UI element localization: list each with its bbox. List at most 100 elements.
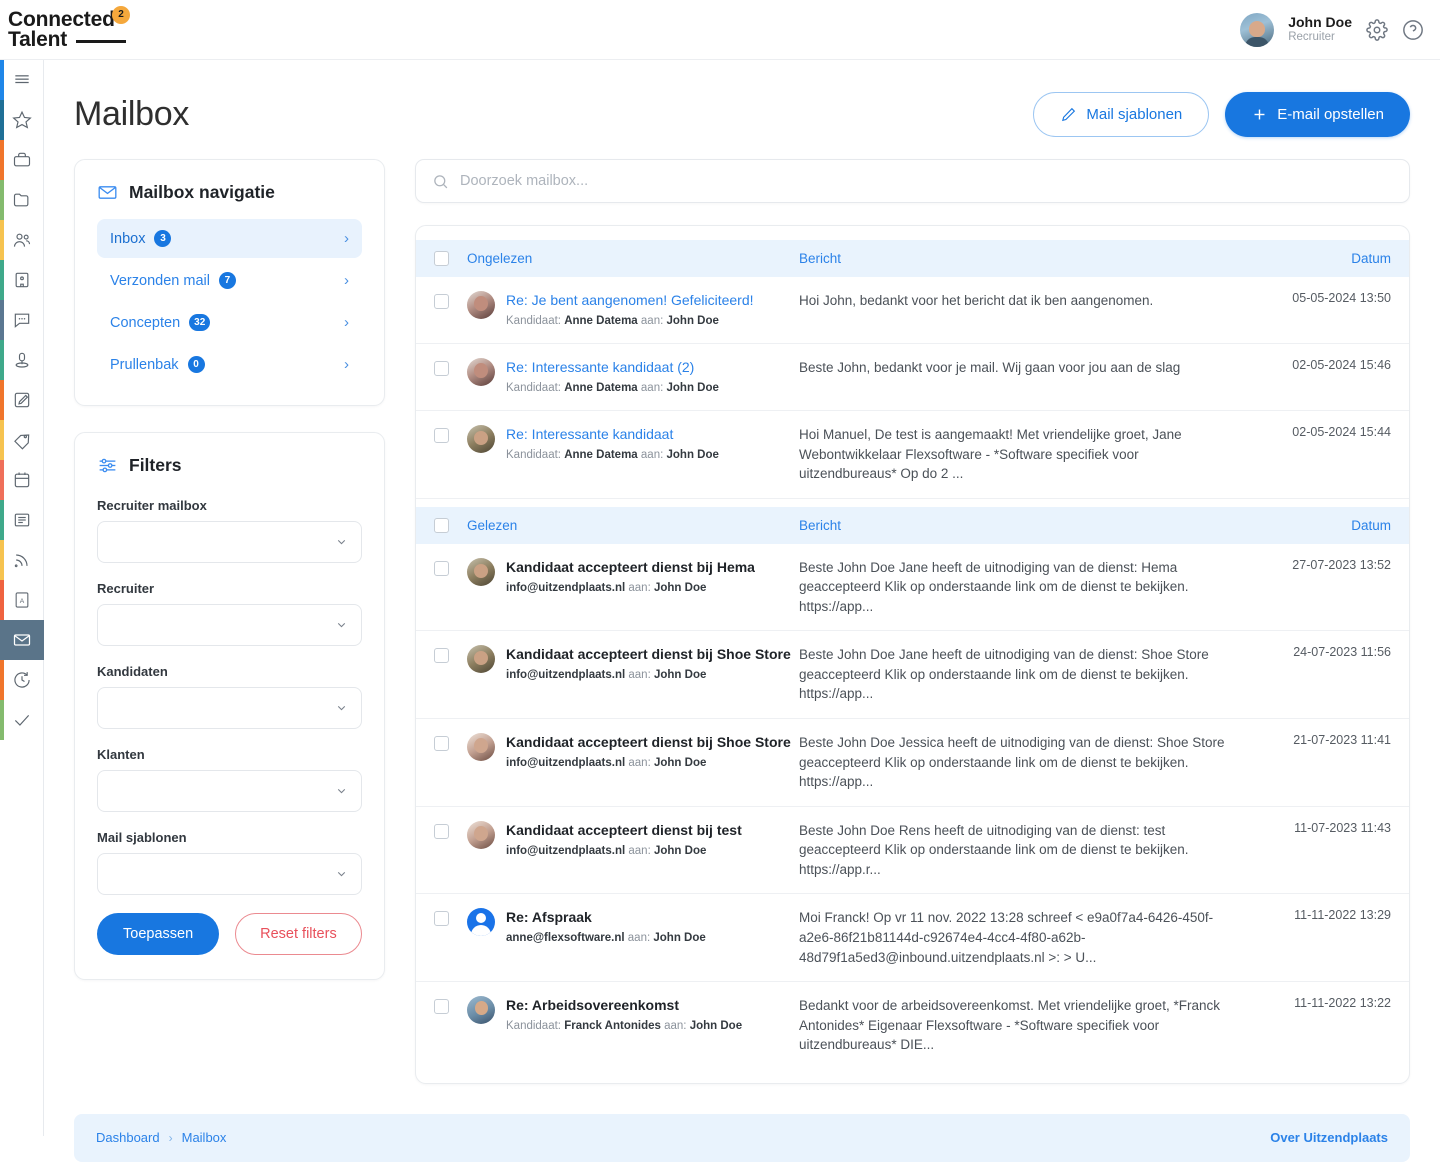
rail-item-calendar[interactable] [0,460,44,500]
group-header-read-label: Gelezen [467,517,518,533]
apply-filters-button[interactable]: Toepassen [97,913,220,955]
rail-item-tasks[interactable] [0,700,44,740]
app-logo[interactable]: Connected Talent 2 [8,4,238,56]
row-checkbox[interactable] [434,427,449,443]
compose-email-button[interactable]: E-mail opstellen [1225,92,1410,137]
row-checkbox[interactable] [434,911,449,927]
mailbox-navigation-title: Mailbox navigatie [97,182,362,203]
mail-row[interactable]: Re: Interessante kandidaat Kandidaat: An… [416,411,1409,499]
users-icon [13,233,31,247]
select-all-read-checkbox[interactable] [434,517,449,533]
nav-item-inbox-label: Inbox [110,230,146,247]
nav-item-prullenbak[interactable]: Prullenbak 0 › [97,345,362,384]
mail-row[interactable]: Kandidaat accepteert dienst bij test inf… [416,807,1409,895]
row-checkbox[interactable] [434,999,449,1015]
rail-item-messages[interactable] [0,300,44,340]
row-preview: Moi Franck! Op vr 11 nov. 2022 13:28 sch… [799,910,1214,965]
tag-icon [14,434,30,450]
rss-icon [14,554,28,568]
breadcrumb-separator: › [168,1130,173,1145]
row-subject[interactable]: Kandidaat accepteert dienst bij test [506,821,742,840]
search-box[interactable] [415,159,1410,203]
row-sender-prefix: Kandidaat: [506,381,561,394]
row-subject[interactable]: Kandidaat accepteert dienst bij Shoe Sto… [506,645,791,664]
mail-row[interactable]: Kandidaat accepteert dienst bij Shoe Sto… [416,631,1409,720]
rail-item-vacancies[interactable] [0,140,44,180]
mail-templates-button[interactable]: Mail sjablonen [1033,92,1210,137]
row-sender-name: Anne Datema [564,448,638,461]
rail-item-candidates[interactable] [0,220,44,260]
gear-icon[interactable] [1366,18,1388,41]
mail-row[interactable]: Re: Afspraak anne@flexsoftware.nl aan: J… [416,894,1409,983]
mail-row[interactable]: Re: Interessante kandidaat (2) Kandidaat… [416,344,1409,411]
breadcrumb-dashboard[interactable]: Dashboard [96,1130,160,1145]
nav-item-verzonden[interactable]: Verzonden mail 7 › [97,261,362,300]
icon-rail: A [0,60,44,1136]
breadcrumb-mailbox[interactable]: Mailbox [182,1130,227,1145]
rail-item-documents[interactable]: A [0,580,44,620]
chevron-right-icon: › [344,272,349,289]
rail-item-notes[interactable] [0,380,44,420]
rail-item-mailbox[interactable] [0,620,44,660]
mail-row[interactable]: Kandidaat accepteert dienst bij Hema inf… [416,544,1409,632]
row-date: 11-11-2022 13:22 [1294,996,1391,1011]
menu-icon [15,75,29,84]
rail-item-files[interactable] [0,180,44,220]
avatar[interactable] [1240,12,1275,47]
mail-row[interactable]: Re: Arbeidsovereenkomst Kandidaat: Franc… [416,982,1409,1069]
row-subject[interactable]: Re: Je bent aangenomen! Gefeliciteerd! [506,291,754,310]
row-checkbox[interactable] [434,360,449,376]
search-input[interactable] [460,160,1409,202]
nav-item-concepten[interactable]: Concepten 32 › [97,303,362,342]
page-header-actions: Mail sjablonen E-mail opstellen [1033,92,1410,137]
row-subject[interactable]: Kandidaat accepteert dienst bij Hema [506,558,755,577]
pdf-icon: A [15,592,29,608]
row-subject[interactable]: Re: Afspraak [506,908,706,927]
row-checkbox[interactable] [434,736,449,752]
mail-row[interactable]: Kandidaat accepteert dienst bij Shoe Sto… [416,719,1409,807]
row-date: 02-05-2024 15:46 [1292,357,1391,372]
filter-select-recruiter-mailbox[interactable] [97,521,362,563]
row-sender: Re: Je bent aangenomen! Gefeliciteerd! K… [449,291,799,329]
filter-select-mail-sjablonen[interactable] [97,853,362,895]
rail-item-clients[interactable] [0,260,44,300]
row-preview: Beste John Doe Jessica heeft de uitnodig… [799,735,1225,790]
avatar [467,996,495,1025]
filter-select-recruiter[interactable] [97,604,362,646]
nav-item-concepten-label: Concepten [110,314,181,331]
history-icon [14,672,30,688]
candidate-pin-icon [15,352,29,368]
row-sender-name: info@uitzendplaats.nl [506,581,626,594]
rail-item-news[interactable] [0,500,44,540]
help-circle-icon[interactable] [1402,19,1424,41]
rail-item-menu[interactable] [0,60,44,100]
row-checkbox[interactable] [434,294,449,309]
row-sender: Re: Afspraak anne@flexsoftware.nl aan: J… [449,908,799,946]
row-checkbox[interactable] [434,560,449,576]
rail-item-feed[interactable] [0,540,44,580]
rail-item-favorites[interactable] [0,100,44,140]
row-subject[interactable]: Re: Interessante kandidaat (2) [506,358,719,377]
nav-item-inbox[interactable]: Inbox 3 › [97,219,362,258]
filter-select-klanten[interactable] [97,770,362,812]
mail-row[interactable]: Re: Je bent aangenomen! Gefeliciteerd! K… [416,277,1409,344]
row-subject[interactable]: Kandidaat accepteert dienst bij Shoe Sto… [506,733,791,752]
news-icon [14,513,30,527]
nav-item-inbox-badge: 3 [154,230,172,247]
reset-filters-button[interactable]: Reset filters [235,913,362,955]
select-all-unread-checkbox[interactable] [434,251,449,266]
row-subject[interactable]: Re: Interessante kandidaat [506,425,719,444]
row-subject[interactable]: Re: Arbeidsovereenkomst [506,996,742,1015]
chevron-down-icon [337,539,346,545]
row-checkbox[interactable] [434,823,449,839]
row-checkbox[interactable] [434,648,449,664]
rail-item-placements[interactable] [0,340,44,380]
rail-item-tags[interactable] [0,420,44,460]
row-date: 24-07-2023 11:56 [1293,645,1391,660]
about-uitzendplaats-link[interactable]: Over Uitzendplaats [1270,1130,1388,1145]
row-preview: Beste John Doe Jane heeft de uitnodiging… [799,647,1209,702]
rail-item-history[interactable] [0,660,44,700]
mail-templates-label: Mail sjablonen [1086,106,1183,123]
filter-select-kandidaten[interactable] [97,687,362,729]
row-meta: info@uitzendplaats.nl aan: John Doe [506,843,742,859]
